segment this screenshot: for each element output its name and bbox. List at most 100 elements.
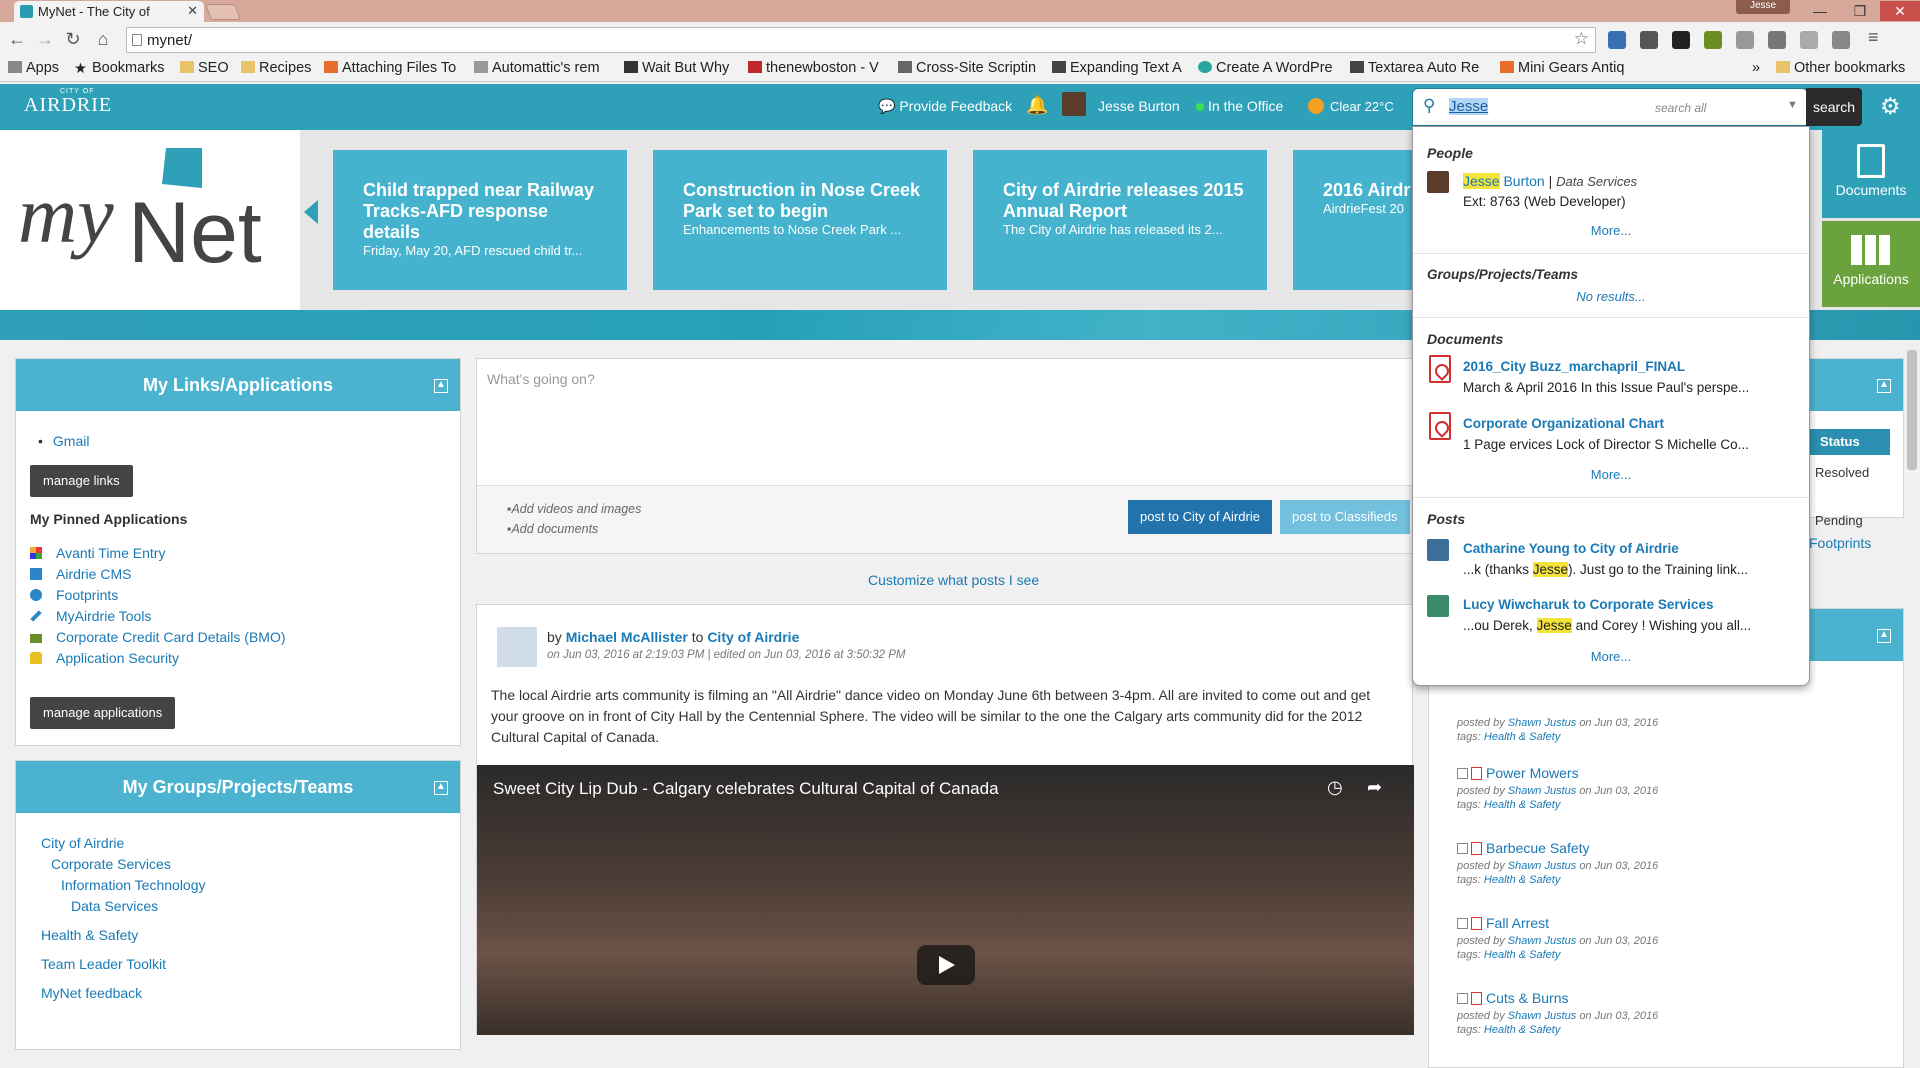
bookmark-link[interactable]: Cross-Site Scriptin — [898, 60, 1036, 76]
bookmark-link[interactable]: Wait But Why — [624, 60, 729, 76]
checkbox-icon[interactable] — [1457, 768, 1468, 779]
checkbox-icon[interactable] — [1457, 843, 1468, 854]
add-media-link[interactable]: ▪Add videos and images — [507, 502, 641, 516]
bookmark-link[interactable]: Mini Gears Antiq — [1500, 60, 1624, 76]
post-to-city-button[interactable]: post to City of Airdrie — [1128, 500, 1272, 534]
checkbox-icon[interactable] — [1457, 993, 1468, 1004]
document-result[interactable]: Corporate Organizational Chart — [1463, 416, 1664, 431]
author-link[interactable]: Michael McAllister — [566, 629, 688, 645]
news-card[interactable]: Child trapped near Railway Tracks-AFD re… — [333, 150, 627, 290]
back-icon[interactable]: ← — [6, 29, 28, 50]
bookmark-folder[interactable]: SEO — [180, 60, 229, 76]
group-link[interactable]: Health & Safety — [41, 927, 138, 943]
group-link[interactable]: Team Leader Toolkit — [41, 956, 166, 972]
app-footprints[interactable]: Footprints — [30, 587, 118, 603]
news-card[interactable]: Construction in Nose Creek Park set to b… — [653, 150, 947, 290]
post-to-classifieds-button[interactable]: post to Classifieds — [1280, 500, 1410, 534]
bookmark-link[interactable]: Attaching Files To — [324, 60, 456, 76]
post-result[interactable]: Catharine Young to City of Airdrie — [1463, 541, 1679, 556]
extension-icon[interactable] — [1736, 31, 1754, 49]
group-link[interactable]: Data Services — [71, 898, 158, 914]
footprints-link[interactable]: Footprints — [1809, 535, 1871, 551]
extension-icon[interactable] — [1832, 31, 1850, 49]
bookmark-folder[interactable]: ★ Bookmarks — [74, 60, 165, 77]
bookmark-folder[interactable]: Recipes — [241, 60, 311, 76]
extension-icon[interactable] — [1768, 31, 1786, 49]
app-cms[interactable]: Airdrie CMS — [30, 566, 131, 582]
manage-links-button[interactable]: manage links — [30, 465, 133, 497]
more-documents-link[interactable]: More... — [1413, 467, 1809, 482]
search-button[interactable]: search — [1806, 88, 1862, 126]
video-player[interactable]: Sweet City Lip Dub - Calgary celebrates … — [477, 765, 1414, 1035]
app-avanti[interactable]: Avanti Time Entry — [30, 545, 165, 561]
share-icon[interactable]: ➦ — [1367, 777, 1382, 798]
customize-posts-link[interactable]: Customize what posts I see — [868, 572, 1039, 588]
close-window-icon[interactable]: ✕ — [1880, 1, 1920, 21]
new-tab-button[interactable] — [205, 4, 241, 20]
group-link[interactable]: City of Airdrie — [707, 629, 799, 645]
extension-icon[interactable] — [1800, 31, 1818, 49]
bookmark-link[interactable]: thenewboston - V — [748, 60, 879, 76]
status-indicator[interactable]: In the Office — [1196, 98, 1283, 114]
home-icon[interactable]: ⌂ — [92, 29, 114, 50]
group-link[interactable]: Corporate Services — [51, 856, 171, 872]
search-value[interactable]: Jesse — [1449, 98, 1489, 115]
bookmark-link[interactable]: Create A WordPre — [1198, 60, 1333, 76]
collapse-icon[interactable]: ▲ — [1877, 629, 1891, 643]
video-title[interactable]: Sweet City Lip Dub - Calgary celebrates … — [493, 779, 999, 799]
collapse-icon[interactable]: ▲ — [1877, 379, 1891, 393]
clock-icon[interactable]: ◷ — [1327, 777, 1343, 798]
more-posts-link[interactable]: More... — [1413, 649, 1809, 664]
app-myairdrie-tools[interactable]: MyAirdrie Tools — [30, 608, 151, 624]
extension-icon[interactable] — [1608, 31, 1626, 49]
bookmark-link[interactable]: Textarea Auto Re — [1350, 60, 1479, 76]
avatar[interactable] — [497, 627, 537, 667]
minimize-icon[interactable]: — — [1800, 1, 1840, 21]
manage-applications-button[interactable]: manage applications — [30, 697, 176, 729]
avatar[interactable] — [1427, 171, 1449, 193]
profile-badge[interactable]: Jesse — [1736, 0, 1790, 14]
reload-icon[interactable]: ↻ — [62, 29, 84, 50]
browser-tab[interactable]: MyNet - The City of ✕ — [14, 1, 204, 22]
link-gmail[interactable]: • Gmail — [38, 433, 89, 449]
group-link[interactable]: MyNet feedback — [41, 985, 142, 1001]
documents-quicklink[interactable]: Documents — [1822, 130, 1920, 218]
gear-icon[interactable]: ⚙ — [1880, 93, 1901, 120]
bookmark-star-icon[interactable]: ☆ — [1574, 29, 1589, 49]
extension-icon[interactable] — [1640, 31, 1658, 49]
bookmark-link[interactable]: Automattic's rem — [474, 60, 600, 76]
extension-icon[interactable] — [1704, 31, 1722, 49]
applications-quicklink[interactable]: Applications — [1822, 221, 1920, 307]
bookmark-apps[interactable]: Apps — [8, 60, 59, 76]
composer-input[interactable]: What's going on? — [487, 371, 595, 387]
group-link[interactable]: Information Technology — [61, 877, 206, 893]
scrollbar-thumb[interactable] — [1907, 350, 1917, 470]
airdrie-logo[interactable]: CITY OF AIRDRIE — [24, 88, 112, 117]
checkbox-icon[interactable] — [1457, 918, 1468, 929]
document-result[interactable]: 2016_City Buzz_marchapril_FINAL — [1463, 359, 1685, 374]
user-name[interactable]: Jesse Burton — [1098, 98, 1180, 114]
extension-icon[interactable] — [1672, 31, 1690, 49]
avatar[interactable] — [1427, 595, 1449, 617]
chevron-down-icon[interactable]: ▼ — [1787, 99, 1798, 111]
app-credit-card[interactable]: Corporate Credit Card Details (BMO) — [30, 629, 286, 645]
provide-feedback-link[interactable]: 💬 Provide Feedback — [878, 98, 1012, 115]
collapse-icon[interactable]: ▲ — [434, 379, 448, 393]
bookmark-link[interactable]: Expanding Text A — [1052, 60, 1182, 76]
person-result[interactable]: Jesse Burton | Data Services — [1463, 173, 1637, 189]
avatar[interactable] — [1062, 92, 1086, 116]
app-security[interactable]: Application Security — [30, 650, 179, 666]
more-people-link[interactable]: More... — [1413, 223, 1809, 238]
bell-icon[interactable]: 🔔 — [1026, 95, 1048, 116]
add-documents-link[interactable]: ▪Add documents — [507, 522, 598, 536]
forward-icon[interactable]: → — [34, 29, 56, 50]
scrollbar[interactable] — [1904, 340, 1920, 1032]
play-icon[interactable] — [917, 945, 975, 985]
group-link[interactable]: City of Airdrie — [41, 835, 124, 851]
chevron-more-icon[interactable]: » — [1752, 60, 1760, 76]
collapse-icon[interactable]: ▲ — [434, 781, 448, 795]
news-card[interactable]: City of Airdrie releases 2015 Annual Rep… — [973, 150, 1267, 290]
menu-icon[interactable]: ≡ — [1868, 27, 1886, 47]
maximize-icon[interactable]: ❐ — [1840, 1, 1880, 21]
address-bar[interactable]: mynet/ ☆ — [126, 27, 1596, 53]
